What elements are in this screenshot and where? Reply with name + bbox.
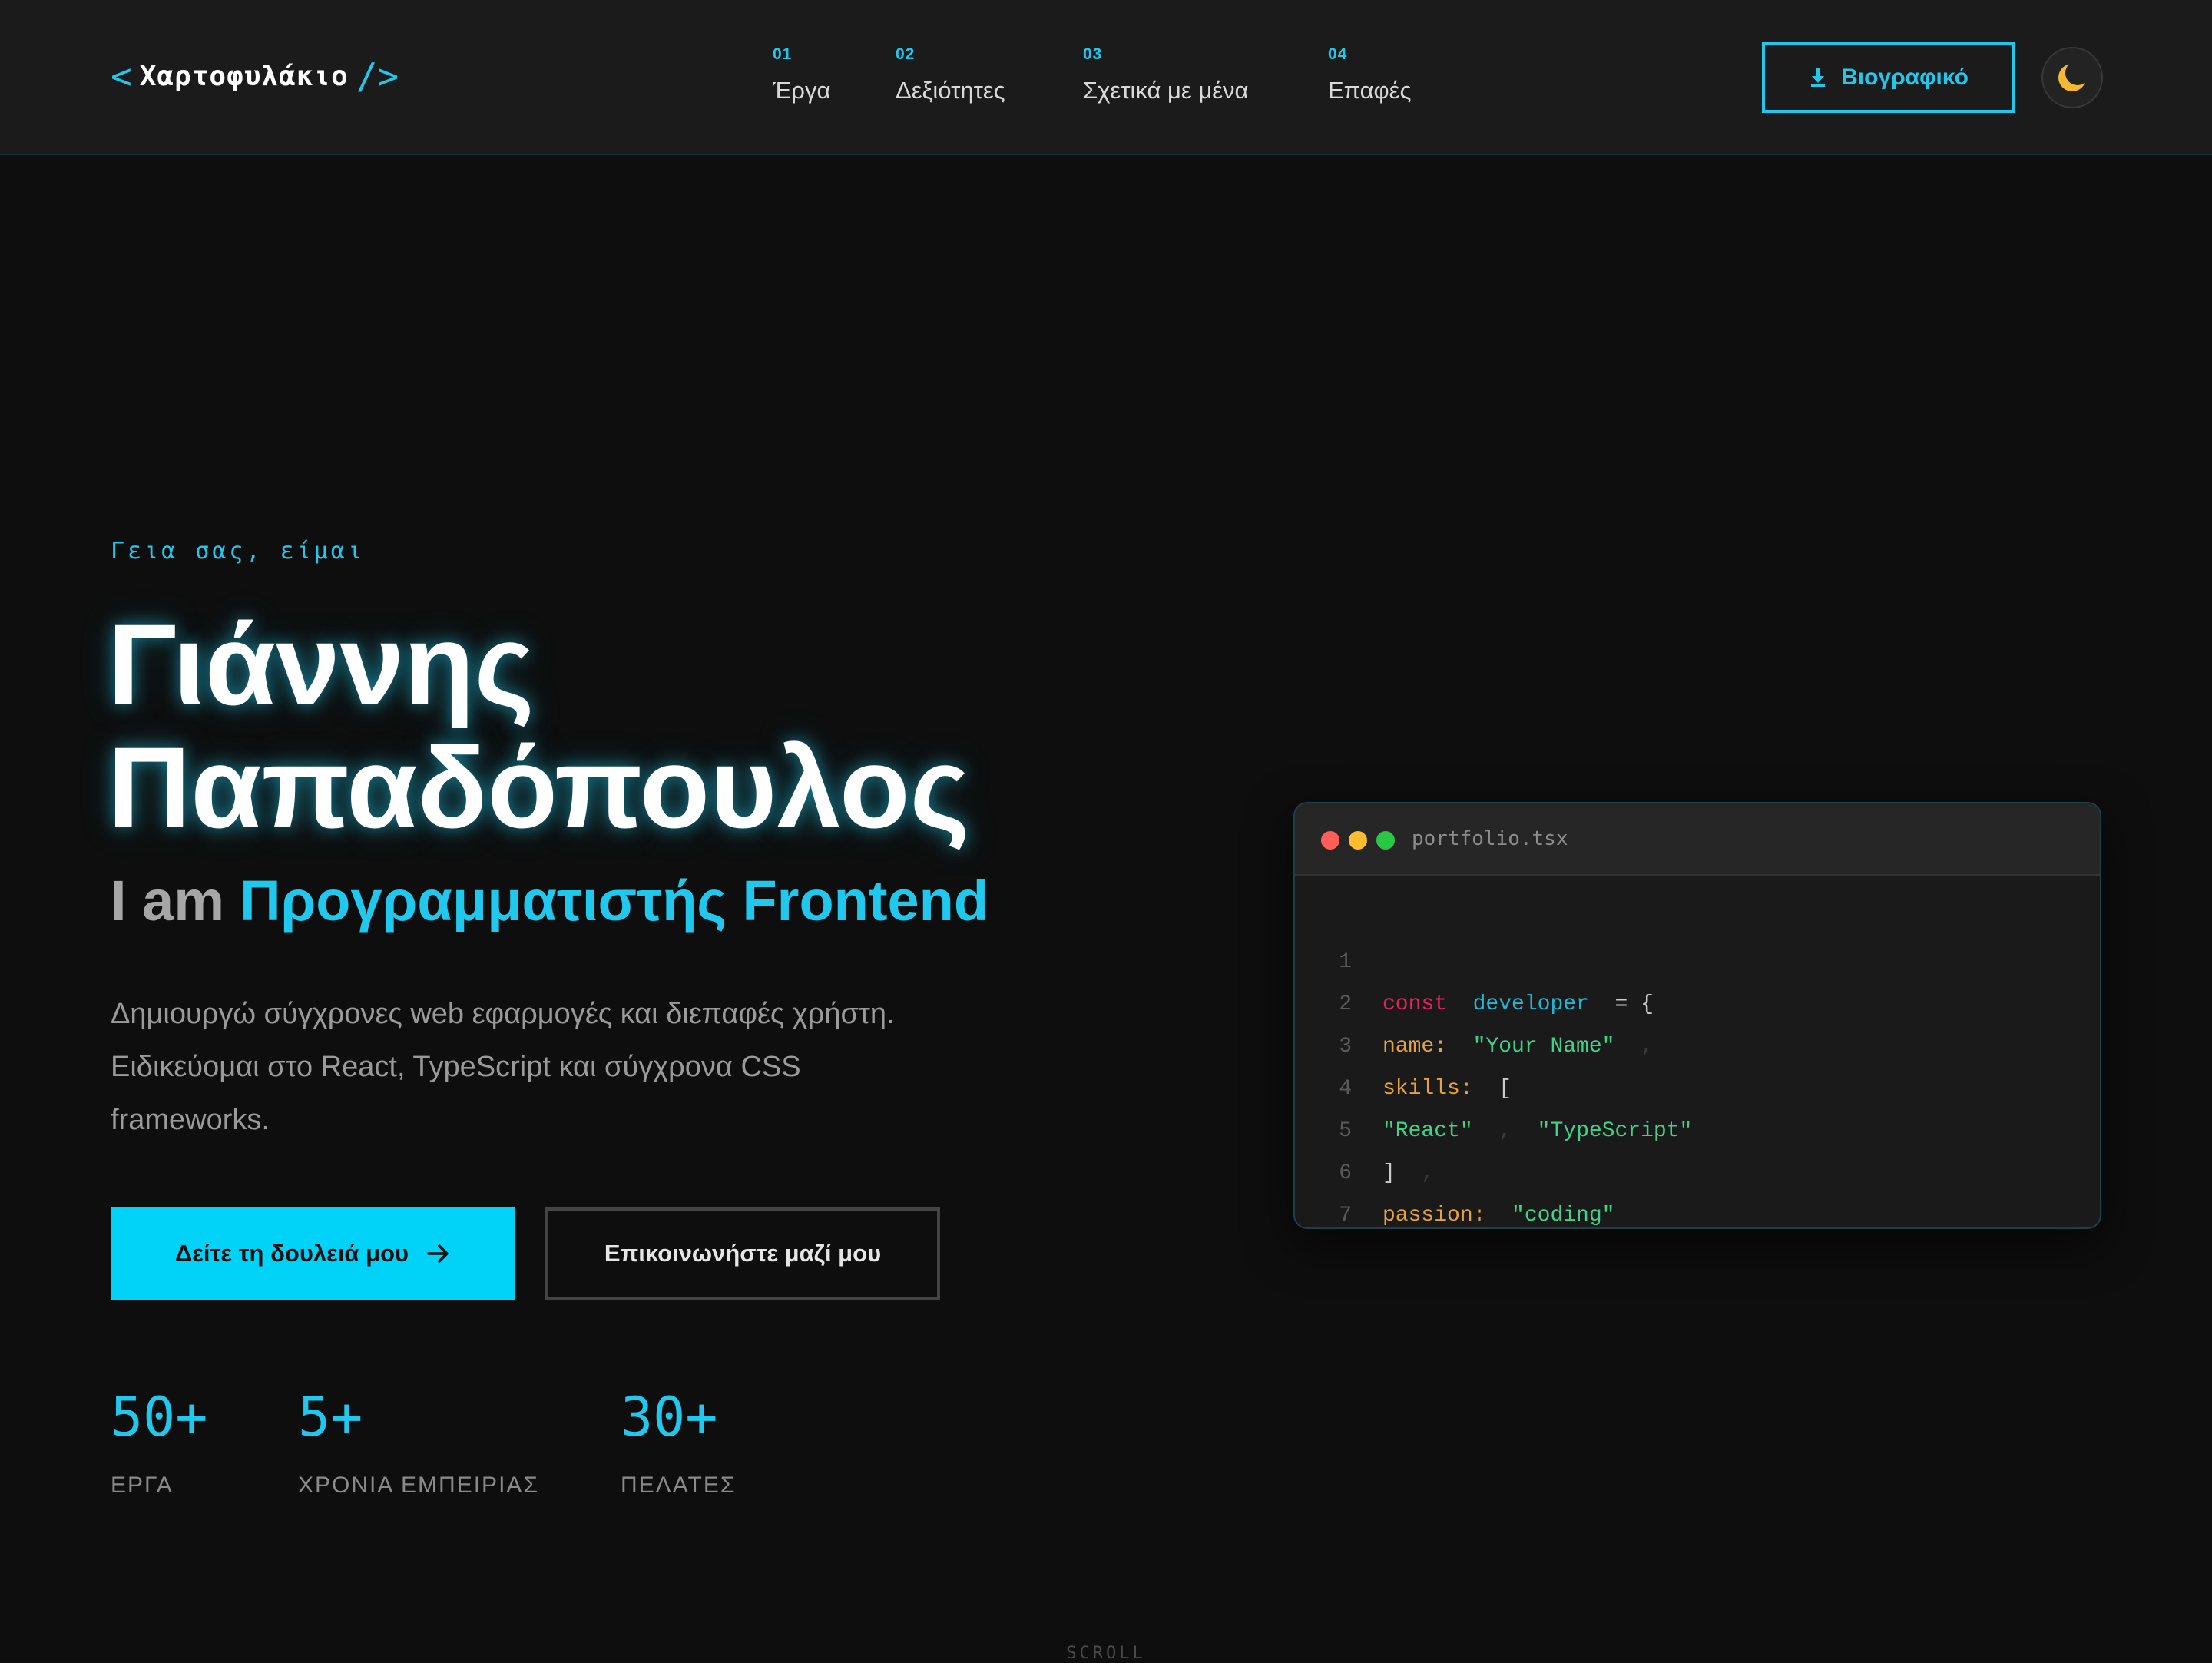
hero-last-name: Παπαδόπουλος [108, 723, 970, 852]
window-close-dot [1321, 831, 1339, 850]
role-title: Προγραμματιστής Frontend [240, 869, 989, 933]
description-line: Ειδικεύομαι στο React, TypeScript και σύ… [111, 1051, 801, 1083]
description-line: Δημιουργώ σύγχρονες web εφαρμογές και δι… [111, 998, 895, 1030]
code-body: 1 const developer = { 2 name: "Your Name… [1295, 899, 2100, 1227]
stat-value: 30+ [621, 1386, 718, 1449]
logo-open-bracket: < [111, 55, 132, 97]
code-line: 2 name: "Your Name" , [1295, 941, 2100, 1058]
line-number: 7 [1339, 1204, 1352, 1227]
nav-number: 02 [896, 45, 916, 63]
view-work-label: Δείτε τη δουλειά μου [174, 1240, 409, 1267]
theme-toggle-button[interactable] [2041, 47, 2103, 108]
role-prefix: I am [111, 869, 225, 933]
stat-projects: 50+ ΕΡΓΑ [111, 1383, 207, 1501]
nav-item-skills[interactable]: 02 Δεξιότητες [896, 43, 1005, 112]
nav-item-projects[interactable]: 01 Έργα [773, 43, 830, 112]
nav-number: 04 [1328, 45, 1348, 63]
hero-role: I am Προγραμματιστής Frontend [111, 866, 988, 936]
stat-value: 5+ [298, 1386, 363, 1449]
hero-description: Δημιουργώ σύγχρονες web εφαρμογές και δι… [111, 988, 1032, 1147]
site-logo[interactable]: < Χαρτοφυλάκιο /> [111, 55, 399, 97]
view-work-button[interactable]: Δείτε τη δουλειά μου [111, 1207, 515, 1300]
nav-label: Επαφές [1328, 77, 1412, 104]
code-file-name: portfolio.tsx [1412, 827, 1568, 850]
stat-years-experience: 5+ ΧΡΟΝΙΑ ΕΜΠΕΙΡΙΑΣ [298, 1383, 539, 1501]
hero-first-name: Γιάννης [108, 600, 535, 729]
nav-label: Έργα [773, 77, 831, 104]
code-line: 4 "React" , "TypeScript" [1295, 1025, 2100, 1143]
contact-me-label: Επικοινωνήστε μαζί μου [604, 1240, 882, 1267]
code-line: 3 skills: [ [1295, 983, 2100, 1101]
logo-close-bracket: /> [356, 55, 399, 97]
description-line: frameworks. [111, 1104, 270, 1136]
site-header: < Χαρτοφυλάκιο /> 01 Έργα 02 Δεξιότητες … [0, 0, 2212, 155]
window-minimize-dot [1349, 831, 1367, 850]
nav-item-contact[interactable]: 04 Επαφές [1328, 43, 1411, 112]
code-window-titlebar: portfolio.tsx [1295, 803, 2100, 876]
moon-icon [2058, 61, 2089, 91]
nav-item-about[interactable]: 03 Σχετικά με μένα [1083, 43, 1248, 112]
nav-number: 01 [773, 45, 793, 63]
download-cv-button[interactable]: Βιογραφικό [1762, 42, 2015, 113]
nav-number: 03 [1083, 45, 1103, 63]
code-line: 6 passion: "coding" [1295, 1110, 2100, 1227]
download-cv-label: Βιογραφικό [1841, 65, 1969, 90]
nav-label: Δεξιότητες [896, 77, 1005, 104]
nav-label: Σχετικά με μένα [1083, 77, 1249, 104]
hero-greeting: Γεια σας, είμαι [111, 538, 365, 565]
code-window: portfolio.tsx 1 const developer = { 2 na… [1293, 802, 2101, 1229]
window-maximize-dot [1376, 831, 1395, 850]
scroll-hint[interactable]: SCROLL [1060, 1644, 1152, 1663]
stat-label: ΠΕΛΑΤΕΣ [621, 1473, 737, 1498]
contact-me-button[interactable]: Επικοινωνήστε μαζί μου [545, 1207, 940, 1300]
stat-label: ΕΡΓΑ [111, 1473, 174, 1498]
code-string: "coding" [1512, 1204, 1615, 1227]
code-line: 5 ] , [1295, 1068, 2100, 1185]
logo-text: Χαρτοφυλάκιο [139, 60, 349, 92]
stat-clients: 30+ ΠΕΛΑΤΕΣ [621, 1383, 736, 1501]
code-line: 7 } [1295, 1152, 2100, 1227]
download-icon [1811, 68, 1826, 87]
stat-value: 50+ [111, 1386, 208, 1449]
code-line: 1 const developer = { [1295, 899, 2100, 1016]
stat-label: ΧΡΟΝΙΑ ΕΜΠΕΙΡΙΑΣ [298, 1473, 539, 1498]
arrow-right-icon [427, 1244, 449, 1263]
